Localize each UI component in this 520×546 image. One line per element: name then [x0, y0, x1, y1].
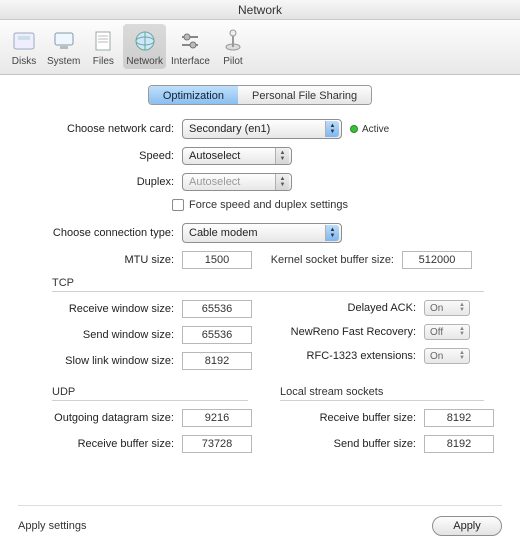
disk-icon — [9, 26, 39, 56]
lss-title: Local stream sockets — [280, 386, 508, 398]
dack-select[interactable]: On ▲▼ — [424, 300, 470, 316]
toolbar-files[interactable]: Files — [85, 24, 121, 69]
connection-type-value: Cable modem — [189, 227, 257, 239]
status-dot-icon — [350, 125, 358, 133]
toolbar-network[interactable]: Network — [123, 24, 166, 69]
active-indicator: Active — [350, 124, 389, 135]
rfc-select[interactable]: On ▲▼ — [424, 348, 470, 364]
connection-type-select[interactable]: Cable modem ▲▼ — [182, 223, 342, 243]
active-label: Active — [362, 124, 389, 135]
speed-select[interactable]: Autoselect ▲▼ — [182, 147, 292, 165]
toolbar-label: Pilot — [223, 56, 242, 67]
udp-recv-label: Receive buffer size: — [12, 438, 182, 450]
tcp-recv-input[interactable]: 65536 — [182, 300, 252, 318]
dack-label: Delayed ACK: — [260, 302, 424, 314]
lss-send-input[interactable]: 8192 — [424, 435, 494, 453]
network-icon — [130, 26, 160, 56]
divider — [280, 400, 484, 401]
force-checkbox[interactable] — [172, 199, 184, 211]
interface-icon — [175, 26, 205, 56]
kbuf-label: Kernel socket buffer size: — [252, 254, 402, 266]
toolbar-label: Files — [93, 56, 114, 67]
udp-recv-input[interactable]: 73728 — [182, 435, 252, 453]
pilot-icon — [218, 26, 248, 56]
speed-value: Autoselect — [189, 150, 240, 162]
udp-title: UDP — [52, 386, 260, 398]
lss-send-label: Send buffer size: — [260, 438, 424, 450]
mtu-label: MTU size: — [12, 254, 182, 266]
toolbar-disks[interactable]: Disks — [6, 24, 42, 69]
chevron-updown-icon: ▲▼ — [457, 351, 467, 361]
toolbar-label: Interface — [171, 56, 210, 67]
tab-optimization[interactable]: Optimization — [149, 86, 238, 104]
toolbar: Disks System Files Network Interface Pil… — [0, 20, 520, 75]
connection-type-label: Choose connection type: — [12, 227, 182, 239]
tcp-title: TCP — [52, 277, 508, 289]
toolbar-label: System — [47, 56, 80, 67]
apply-settings-label: Apply settings — [18, 520, 86, 532]
mtu-input[interactable]: 1500 — [182, 251, 252, 269]
toolbar-pilot[interactable]: Pilot — [215, 24, 251, 69]
udp-out-input[interactable]: 9216 — [182, 409, 252, 427]
udp-out-label: Outgoing datagram size: — [12, 412, 182, 424]
force-label: Force speed and duplex settings — [189, 199, 348, 211]
dack-value: On — [430, 303, 443, 314]
kbuf-input[interactable]: 512000 — [402, 251, 472, 269]
duplex-value: Autoselect — [189, 176, 240, 188]
window-title: Network — [0, 0, 520, 20]
network-card-select[interactable]: Secondary (en1) ▲▼ — [182, 119, 342, 139]
tcp-slow-label: Slow link window size: — [12, 355, 182, 367]
tcp-send-label: Send window size: — [12, 329, 182, 341]
divider — [52, 291, 484, 292]
tcp-slow-input[interactable]: 8192 — [182, 352, 252, 370]
tcp-send-input[interactable]: 65536 — [182, 326, 252, 344]
newreno-label: NewReno Fast Recovery: — [260, 326, 424, 338]
chevron-updown-icon: ▲▼ — [457, 303, 467, 313]
duplex-label: Duplex: — [12, 176, 182, 188]
chevron-updown-icon: ▲▼ — [275, 174, 289, 190]
toolbar-interface[interactable]: Interface — [168, 24, 213, 69]
rfc-value: On — [430, 351, 443, 362]
footer: Apply settings Apply — [18, 505, 502, 536]
toolbar-label: Disks — [12, 56, 36, 67]
tcp-recv-label: Receive window size: — [12, 303, 182, 315]
tab-bar: Optimization Personal File Sharing — [12, 85, 508, 105]
lss-recv-input[interactable]: 8192 — [424, 409, 494, 427]
chevron-updown-icon: ▲▼ — [275, 148, 289, 164]
system-icon — [49, 26, 79, 56]
content-panel: Optimization Personal File Sharing Choos… — [0, 75, 520, 546]
rfc-label: RFC-1323 extensions: — [260, 350, 424, 362]
apply-button[interactable]: Apply — [432, 516, 502, 536]
network-card-value: Secondary (en1) — [189, 123, 270, 135]
toolbar-label: Network — [126, 56, 163, 67]
chevron-updown-icon: ▲▼ — [457, 327, 467, 337]
toolbar-system[interactable]: System — [44, 24, 83, 69]
lss-recv-label: Receive buffer size: — [260, 412, 424, 424]
chevron-updown-icon: ▲▼ — [325, 121, 339, 137]
newreno-value: Off — [430, 327, 443, 338]
duplex-select: Autoselect ▲▼ — [182, 173, 292, 191]
speed-label: Speed: — [12, 150, 182, 162]
newreno-select[interactable]: Off ▲▼ — [424, 324, 470, 340]
network-card-label: Choose network card: — [12, 123, 182, 135]
divider — [52, 400, 248, 401]
tab-sharing[interactable]: Personal File Sharing — [238, 86, 371, 104]
files-icon — [88, 26, 118, 56]
chevron-updown-icon: ▲▼ — [325, 225, 339, 241]
